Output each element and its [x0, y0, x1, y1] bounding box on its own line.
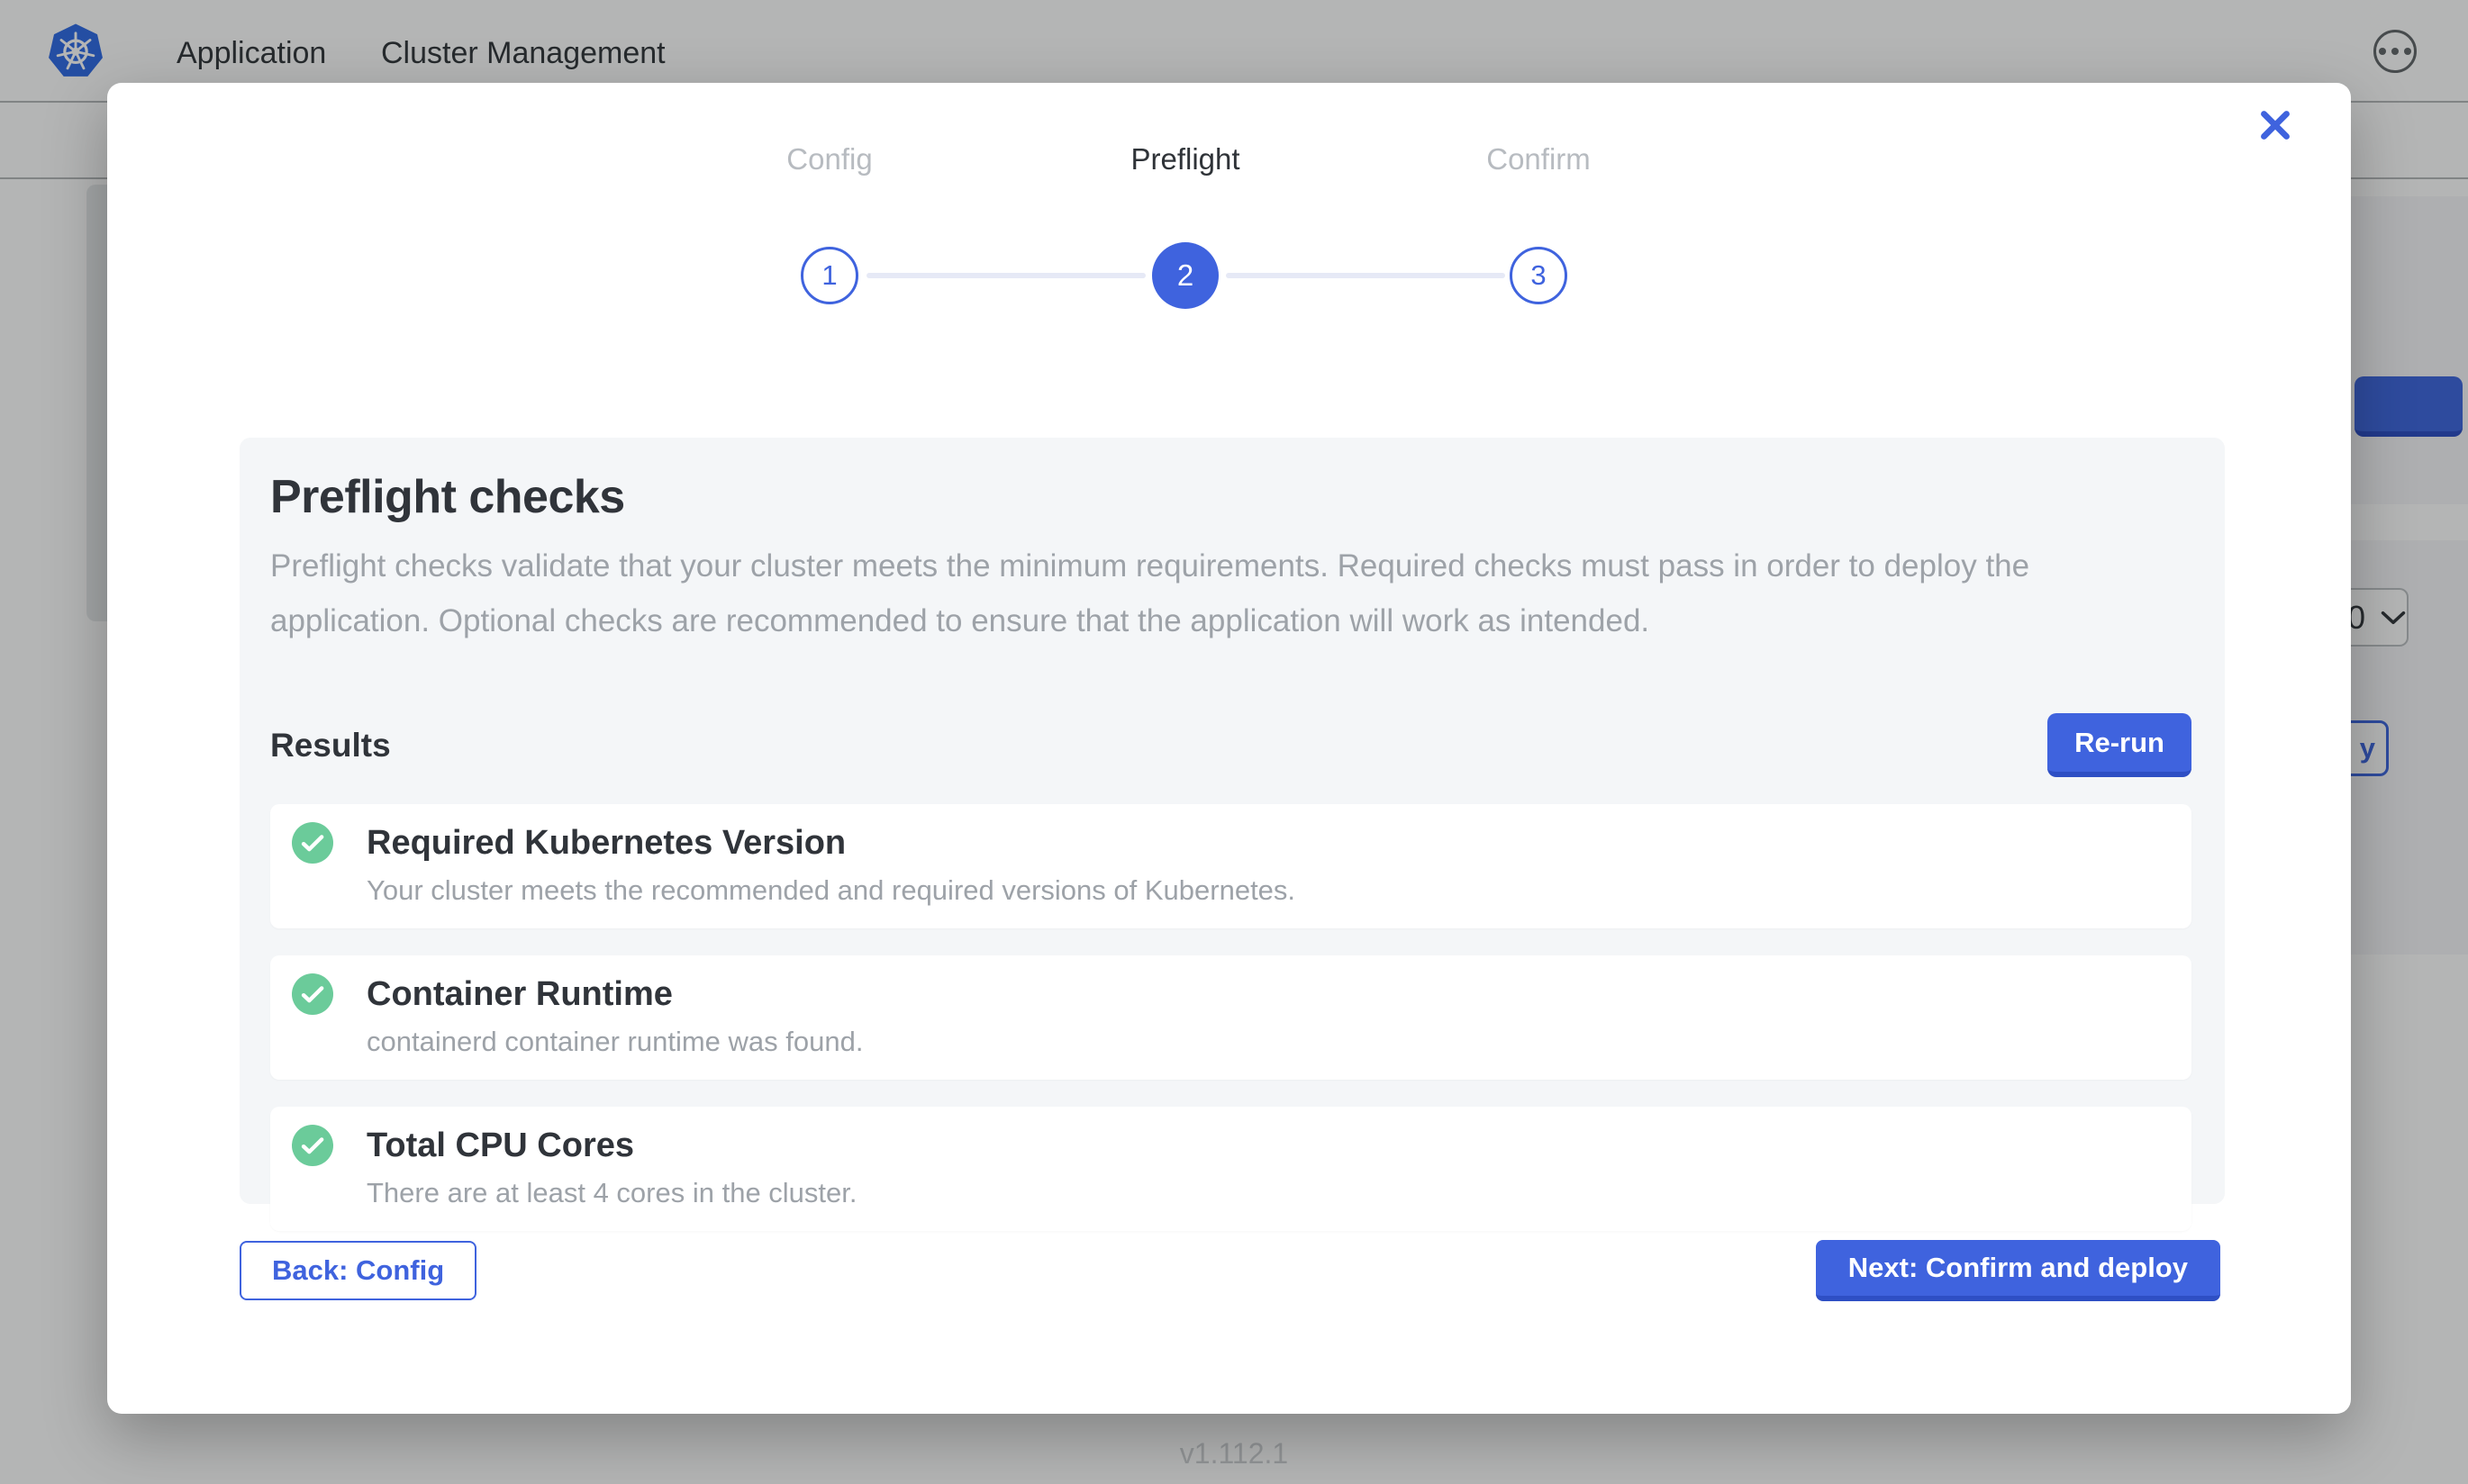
check-row: Required Kubernetes Version Your cluster… [270, 804, 2191, 928]
results-heading: Results [270, 727, 391, 765]
check-title: Container Runtime [367, 975, 673, 1014]
check-circle-icon [292, 973, 333, 1015]
check-title: Required Kubernetes Version [367, 824, 846, 863]
step-label-config: Config [786, 142, 872, 176]
step-label-preflight: Preflight [1130, 142, 1239, 176]
check-title: Total CPU Cores [367, 1127, 634, 1165]
back-config-button[interactable]: Back: Config [240, 1241, 476, 1300]
check-detail: containerd container runtime was found. [367, 1026, 2170, 1058]
panel-title: Preflight checks [270, 470, 2191, 524]
preflight-modal: Config Preflight Confirm 1 2 3 Preflight… [107, 83, 2351, 1414]
check-row: Total CPU Cores There are at least 4 cor… [270, 1107, 2191, 1231]
stepper-connector [1226, 273, 1505, 278]
rerun-button[interactable]: Re-run [2047, 713, 2191, 777]
preflight-panel: Preflight checks Preflight checks valida… [240, 438, 2225, 1204]
modal-footer: Back: Config Next: Confirm and deploy [240, 1240, 2220, 1301]
next-confirm-deploy-button[interactable]: Next: Confirm and deploy [1816, 1240, 2220, 1301]
check-detail: There are at least 4 cores in the cluste… [367, 1177, 2170, 1209]
panel-description: Preflight checks validate that your clus… [270, 538, 2171, 648]
check-detail: Your cluster meets the recommended and r… [367, 874, 2170, 907]
step-circle-preflight[interactable]: 2 [1152, 242, 1219, 309]
stepper-connector [867, 273, 1146, 278]
check-circle-icon [292, 1125, 333, 1166]
screen: Application Cluster Management 0 y v1.11… [0, 0, 2468, 1484]
check-row: Container Runtime containerd container r… [270, 955, 2191, 1080]
step-circle-config[interactable]: 1 [801, 247, 858, 304]
check-circle-icon [292, 822, 333, 864]
step-label-confirm: Confirm [1486, 142, 1591, 176]
wizard-stepper: Config Preflight Confirm 1 2 3 [107, 133, 2351, 286]
step-circle-confirm[interactable]: 3 [1510, 247, 1567, 304]
